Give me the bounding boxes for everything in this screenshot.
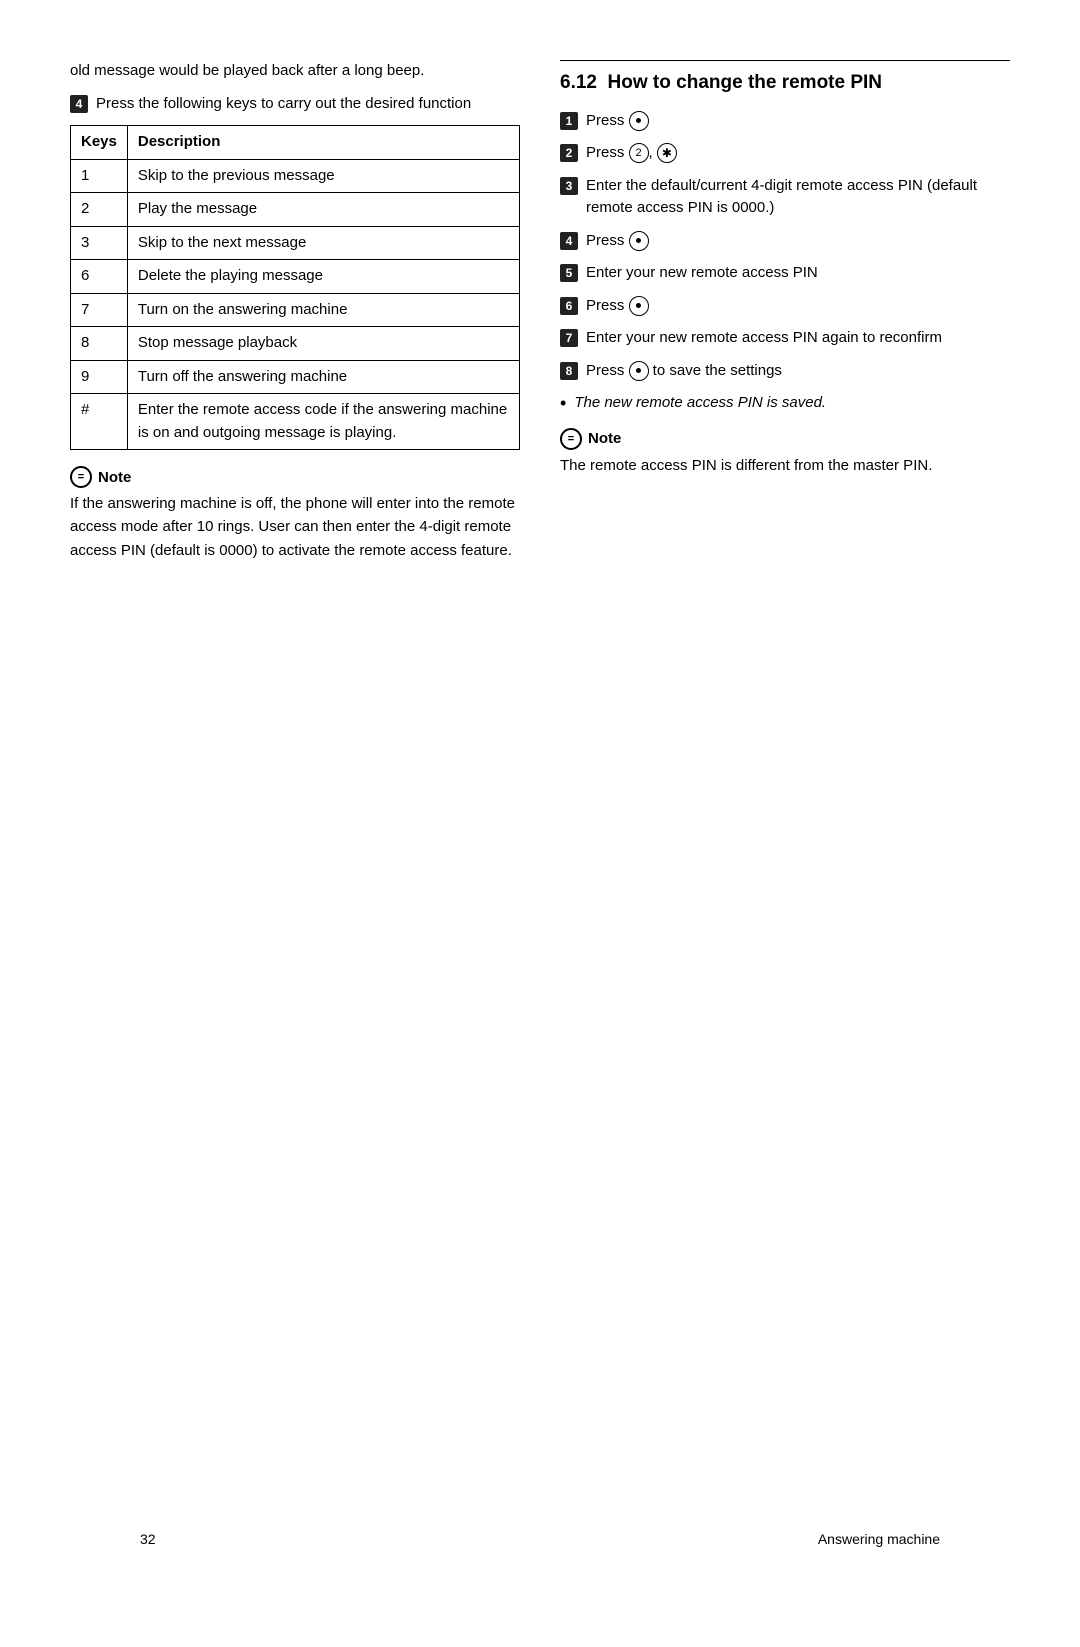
step-4-item: 4 Press the following keys to carry out … (70, 93, 520, 116)
keys-table: Keys Description 1Skip to the previous m… (70, 125, 520, 450)
right-step-6: 6 Press (560, 295, 1010, 318)
right-step-text-6: Press (586, 295, 649, 318)
intro-text: old message would be played back after a… (70, 60, 520, 83)
table-desc: Skip to the previous message (127, 159, 519, 193)
right-step-text-7: Enter your new remote access PIN again t… (586, 327, 942, 350)
circ-star-2: ✱ (657, 143, 677, 163)
page-number: 32 (140, 1531, 156, 1547)
step-4-text: Press the following keys to carry out th… (96, 93, 471, 116)
note-icon (70, 466, 92, 488)
col-keys: Keys (71, 126, 128, 160)
right-step-text-8: Press to save the settings (586, 360, 782, 383)
table-desc: Skip to the next message (127, 226, 519, 260)
right-step-num-5: 5 (560, 264, 578, 282)
right-step-num-6: 6 (560, 297, 578, 315)
table-row: 7Turn on the answering machine (71, 293, 520, 327)
step-4-num: 4 (70, 95, 88, 113)
right-step-text-3: Enter the default/current 4-digit remote… (586, 175, 1010, 220)
table-desc: Stop message playback (127, 327, 519, 361)
press-symbol-1 (629, 111, 649, 131)
left-column: old message would be played back after a… (70, 60, 520, 574)
page-footer: 32 Answering machine (140, 1531, 940, 1547)
italic-saved-text: The new remote access PIN is saved. (574, 392, 826, 415)
table-key: # (71, 394, 128, 450)
table-row: 9Turn off the answering machine (71, 360, 520, 394)
right-step-text-5: Enter your new remote access PIN (586, 262, 818, 285)
table-desc: Enter the remote access code if the answ… (127, 394, 519, 450)
section-label: Answering machine (818, 1531, 940, 1547)
table-key: 9 (71, 360, 128, 394)
table-row: 2Play the message (71, 193, 520, 227)
table-key: 1 (71, 159, 128, 193)
table-desc: Play the message (127, 193, 519, 227)
right-step-2: 2 Press 2, ✱ (560, 142, 1010, 165)
right-note: Note The remote access PIN is different … (560, 428, 1010, 477)
right-step-num-1: 1 (560, 112, 578, 130)
right-step-3: 3 Enter the default/current 4-digit remo… (560, 175, 1010, 220)
left-note-text: If the answering machine is off, the pho… (70, 492, 520, 562)
table-key: 8 (71, 327, 128, 361)
table-key: 7 (71, 293, 128, 327)
table-key: 3 (71, 226, 128, 260)
right-step-num-4: 4 (560, 232, 578, 250)
right-note-text: The remote access PIN is different from … (560, 454, 1010, 477)
left-note: Note If the answering machine is off, th… (70, 466, 520, 562)
table-row: #Enter the remote access code if the ans… (71, 394, 520, 450)
section-title: 6.12 How to change the remote PIN (560, 71, 1010, 96)
table-key: 2 (71, 193, 128, 227)
left-note-title: Note (70, 466, 520, 488)
right-step-text-4: Press (586, 230, 649, 253)
right-step-8: 8 Press to save the settings (560, 360, 1010, 383)
table-row: 8Stop message playback (71, 327, 520, 361)
right-step-7: 7 Enter your new remote access PIN again… (560, 327, 1010, 350)
right-step-num-8: 8 (560, 362, 578, 380)
right-note-icon (560, 428, 582, 450)
press-symbol-4 (629, 231, 649, 251)
top-divider (560, 60, 1010, 61)
table-row: 3Skip to the next message (71, 226, 520, 260)
press-symbol-8 (629, 361, 649, 381)
col-description: Description (127, 126, 519, 160)
table-key: 6 (71, 260, 128, 294)
right-step-num-2: 2 (560, 144, 578, 162)
table-desc: Delete the playing message (127, 260, 519, 294)
right-step-text-1: Press (586, 110, 649, 133)
table-desc: Turn on the answering machine (127, 293, 519, 327)
right-step-5: 5 Enter your new remote access PIN (560, 262, 1010, 285)
table-row: 1Skip to the previous message (71, 159, 520, 193)
right-note-title: Note (560, 428, 1010, 450)
table-desc: Turn off the answering machine (127, 360, 519, 394)
circ-num-2: 2 (629, 143, 649, 163)
table-row: 6Delete the playing message (71, 260, 520, 294)
right-step-text-2: Press 2, ✱ (586, 142, 677, 165)
bullet-dot: • (560, 392, 566, 415)
right-column: 6.12 How to change the remote PIN 1 Pres… (560, 60, 1010, 574)
right-step-1: 1 Press (560, 110, 1010, 133)
press-symbol-6 (629, 296, 649, 316)
right-step-4: 4 Press (560, 230, 1010, 253)
right-step-num-3: 3 (560, 177, 578, 195)
right-step-num-7: 7 (560, 329, 578, 347)
bullet-italic-item: • The new remote access PIN is saved. (560, 392, 1010, 415)
